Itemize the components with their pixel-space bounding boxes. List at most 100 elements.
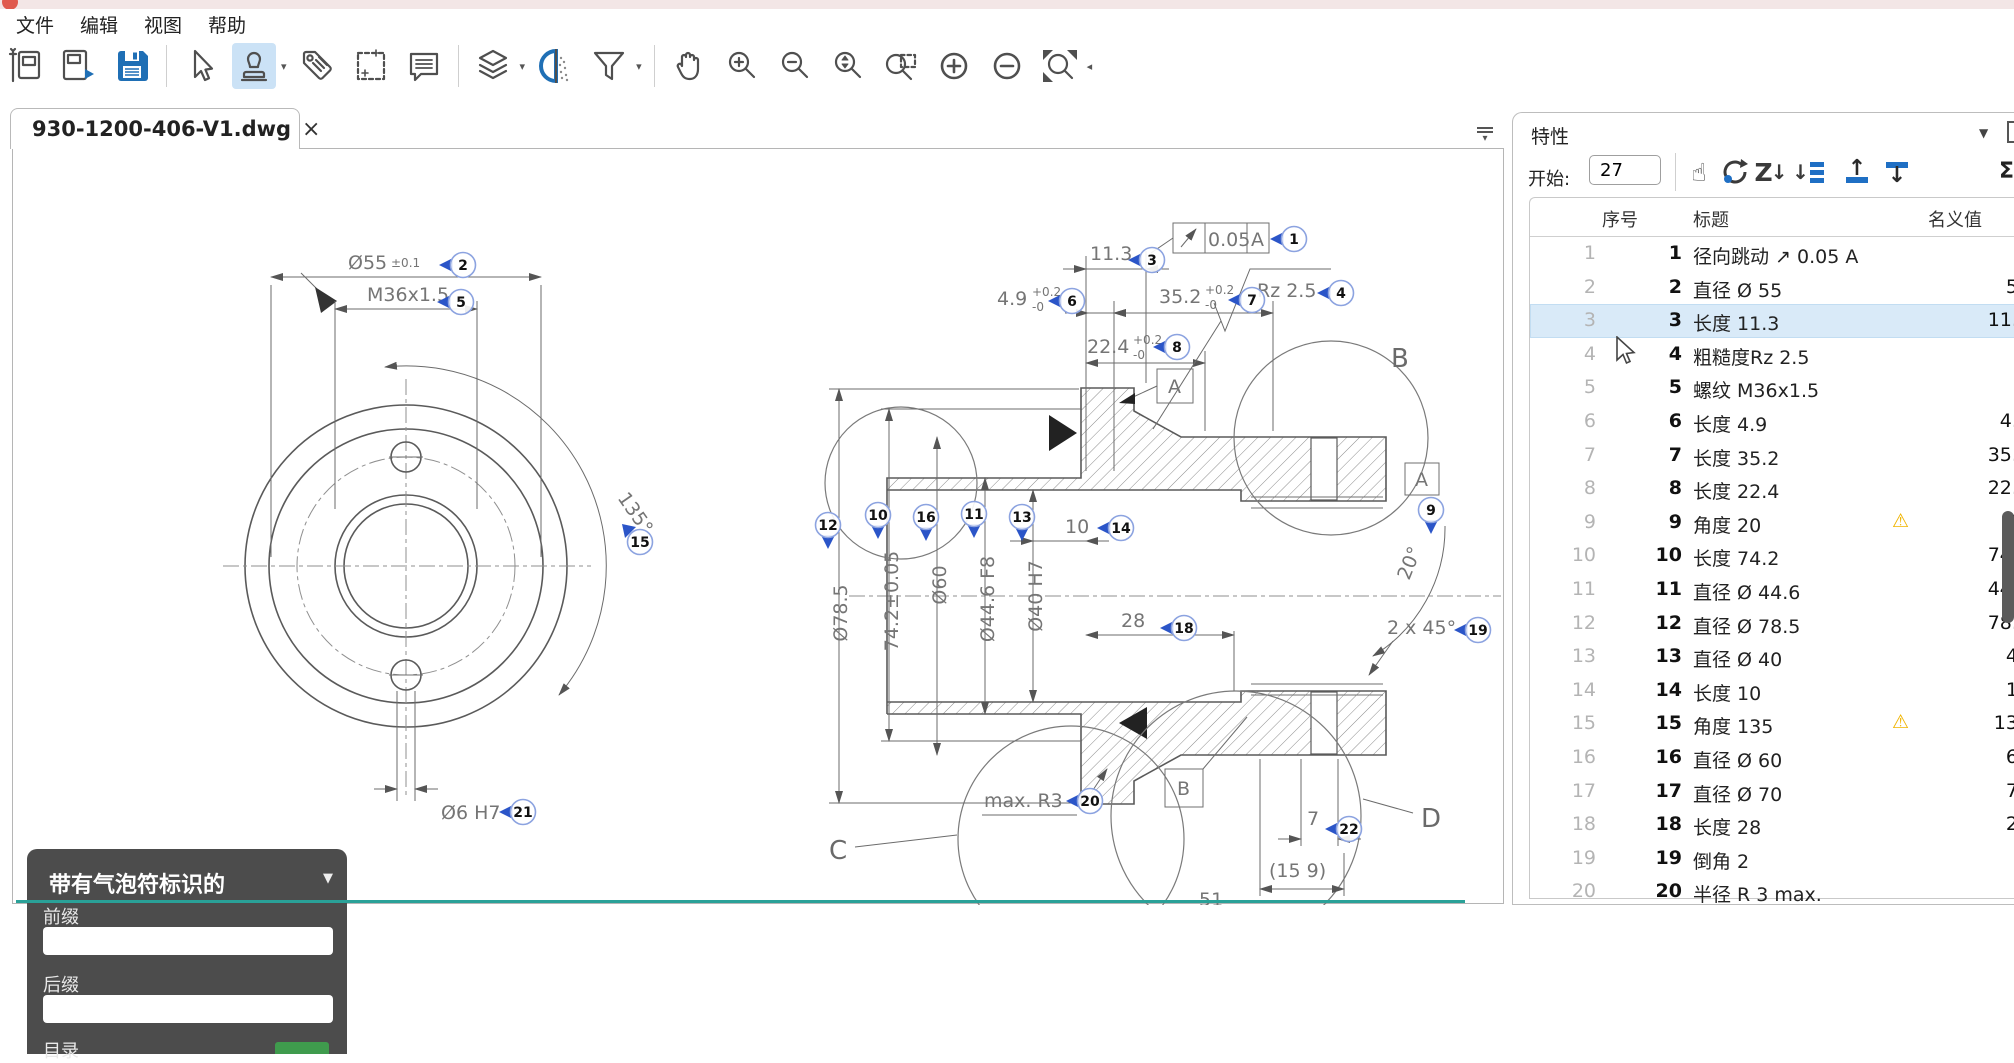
prefix-input[interactable] bbox=[43, 927, 333, 955]
menu-item-1[interactable]: 文件 bbox=[16, 11, 54, 38]
select-cursor-button[interactable] bbox=[179, 43, 223, 89]
table-row[interactable]: 1818长度 2828 bbox=[1530, 808, 2014, 842]
table-row[interactable]: 1414长度 1010 bbox=[1530, 674, 2014, 708]
move-to-top-button[interactable]: ↑ bbox=[1839, 152, 1875, 192]
filter-dropdown-caret[interactable]: ▾ bbox=[636, 60, 642, 73]
sum-button[interactable]: Σ bbox=[1999, 159, 2014, 184]
save-button[interactable] bbox=[110, 43, 154, 89]
table-row[interactable]: 1919倒角 22 bbox=[1530, 842, 2014, 876]
menu-item-4[interactable]: 帮助 bbox=[208, 11, 246, 38]
balloon-9[interactable]: 9 bbox=[1419, 498, 1444, 535]
minus-circle-icon bbox=[988, 47, 1026, 85]
column-header-value[interactable]: 名义值 bbox=[1928, 206, 1982, 232]
menu-item-3[interactable]: 视图 bbox=[144, 11, 182, 38]
zoom-dynamic-button[interactable] bbox=[826, 43, 870, 89]
properties-collapse-caret[interactable]: ▼ bbox=[1979, 126, 1988, 140]
scrollbar-thumb[interactable] bbox=[2002, 511, 2014, 623]
new-document-button[interactable] bbox=[4, 43, 48, 89]
column-header-index[interactable]: 序号 bbox=[1602, 206, 1638, 232]
row-title: 半径 R 3 max. bbox=[1693, 880, 1822, 907]
svg-text:19: 19 bbox=[1468, 623, 1487, 639]
stamp-tool-button[interactable] bbox=[232, 43, 276, 89]
balloon-16[interactable]: 16 bbox=[914, 505, 939, 542]
table-row[interactable]: 1616直径 Ø 6060 bbox=[1530, 741, 2014, 775]
row-number: 10 bbox=[1610, 544, 1682, 566]
suffix-input[interactable] bbox=[43, 995, 333, 1023]
balloon-11[interactable]: 11 bbox=[962, 502, 987, 539]
balloon-1[interactable]: 1 bbox=[1270, 227, 1307, 252]
table-row[interactable]: 1010长度 74.274.2 bbox=[1530, 539, 2014, 573]
table-row[interactable]: 77长度 35.235.2 bbox=[1530, 439, 2014, 473]
row-index: 18 bbox=[1530, 813, 1596, 835]
balloon-2[interactable]: 2 bbox=[439, 253, 476, 278]
document-tab[interactable]: 930-1200-406-V1.dwg × bbox=[10, 108, 300, 149]
column-header-title[interactable]: 标题 bbox=[1693, 206, 1729, 232]
table-row[interactable]: 1313直径 Ø 4040 bbox=[1530, 640, 2014, 674]
zoom-extents-button[interactable] bbox=[1038, 43, 1082, 89]
section-view: 11.3 4.9 +0.2 -0 35.2 +0.2 -0 22.4 +0.2 … bbox=[825, 223, 1501, 905]
row-title: 直径 Ø 55 bbox=[1693, 276, 1782, 303]
balloon-4[interactable]: 4 bbox=[1317, 281, 1354, 306]
row-index: 8 bbox=[1530, 477, 1596, 499]
table-row[interactable]: 33长度 11.311.3 bbox=[1530, 304, 2014, 338]
comment-button[interactable] bbox=[402, 43, 446, 89]
balloon-14[interactable]: 14 bbox=[1097, 516, 1134, 541]
table-row[interactable]: 1212直径 Ø 78.578.5 bbox=[1530, 607, 2014, 641]
zoom-out-button[interactable] bbox=[773, 43, 817, 89]
row-value: 10 bbox=[1900, 679, 2014, 701]
compare-halves-button[interactable] bbox=[534, 43, 578, 89]
filter-button[interactable] bbox=[587, 43, 631, 89]
table-row[interactable]: 66长度 4.94.9 bbox=[1530, 405, 2014, 439]
sort-list-button[interactable]: ↓ bbox=[1791, 152, 1827, 192]
panel-dock-icon[interactable] bbox=[2007, 121, 2014, 143]
balloon-20[interactable]: 20 bbox=[1066, 789, 1103, 814]
balloon-13[interactable]: 13 bbox=[1010, 505, 1035, 542]
table-row[interactable]: 11径向跳动 ↗ 0.05 A bbox=[1530, 237, 2014, 271]
layers-button[interactable] bbox=[471, 43, 515, 89]
sort-z-button[interactable]: Z↓ bbox=[1753, 152, 1789, 192]
balloon-22[interactable]: 22 bbox=[1325, 817, 1362, 842]
table-row[interactable]: 88长度 22.422.4 bbox=[1530, 472, 2014, 506]
row-index: 16 bbox=[1530, 746, 1596, 768]
zoom-in-button[interactable] bbox=[720, 43, 764, 89]
table-row[interactable]: 99角度 20⚠20 bbox=[1530, 506, 2014, 540]
list-bars-icon bbox=[1810, 162, 1824, 183]
row-value: 28 bbox=[1900, 813, 2014, 835]
pick-tool-button[interactable]: ☝ bbox=[1681, 152, 1717, 192]
directory-dropdown[interactable] bbox=[275, 1042, 329, 1054]
open-document-button[interactable] bbox=[57, 43, 101, 89]
drawing-canvas[interactable]: Ø55 ±0.1 M36x1.5 135° Ø6 H7 bbox=[12, 148, 1504, 904]
tag-tool-button[interactable] bbox=[296, 43, 340, 89]
table-row[interactable]: 1111直径 Ø 44.644.6 bbox=[1530, 573, 2014, 607]
stamp-dropdown-caret[interactable]: ▾ bbox=[281, 60, 287, 73]
table-row[interactable]: 1717直径 Ø 7070 bbox=[1530, 775, 2014, 809]
table-row[interactable]: 1515角度 135⚠135 bbox=[1530, 707, 2014, 741]
start-number-input[interactable] bbox=[1589, 155, 1661, 185]
row-number: 17 bbox=[1610, 780, 1682, 802]
toolbar-collapse-caret[interactable]: ◂ bbox=[1087, 60, 1093, 73]
table-row[interactable]: 44粗糙度Rz 2.5 bbox=[1530, 338, 2014, 372]
canvas-options-icon[interactable]: ▾ bbox=[1473, 124, 1497, 150]
balloon-21[interactable]: 21 bbox=[499, 800, 536, 825]
pan-button[interactable] bbox=[667, 43, 711, 89]
balloon-12[interactable]: 12 bbox=[816, 513, 841, 550]
balloon-19[interactable]: 19 bbox=[1454, 618, 1491, 643]
move-to-bottom-button[interactable]: ↓ bbox=[1879, 152, 1915, 192]
layers-dropdown-caret[interactable]: ▾ bbox=[520, 60, 526, 73]
row-value: 4.9 bbox=[1900, 410, 2014, 432]
zoom-window-button[interactable] bbox=[879, 43, 923, 89]
increase-button[interactable] bbox=[932, 43, 976, 89]
tab-close-icon[interactable]: × bbox=[302, 117, 320, 142]
renumber-button[interactable] bbox=[1717, 152, 1753, 192]
decrease-button[interactable] bbox=[985, 43, 1029, 89]
balloon-18[interactable]: 18 bbox=[1160, 616, 1197, 641]
table-row[interactable]: 22直径 Ø 5555 bbox=[1530, 271, 2014, 305]
row-title: 螺纹 M36x1.5 bbox=[1693, 376, 1819, 403]
table-row[interactable]: 55螺纹 M36x1.5 bbox=[1530, 371, 2014, 405]
row-value: 135 bbox=[1900, 712, 2014, 734]
select-region-button[interactable] bbox=[349, 43, 393, 89]
popup-collapse-caret[interactable]: ▼ bbox=[323, 871, 333, 886]
menu-item-2[interactable]: 编辑 bbox=[80, 11, 118, 38]
table-row[interactable]: 2020半径 R 3 max. bbox=[1530, 875, 2014, 909]
row-index: 10 bbox=[1530, 544, 1596, 566]
